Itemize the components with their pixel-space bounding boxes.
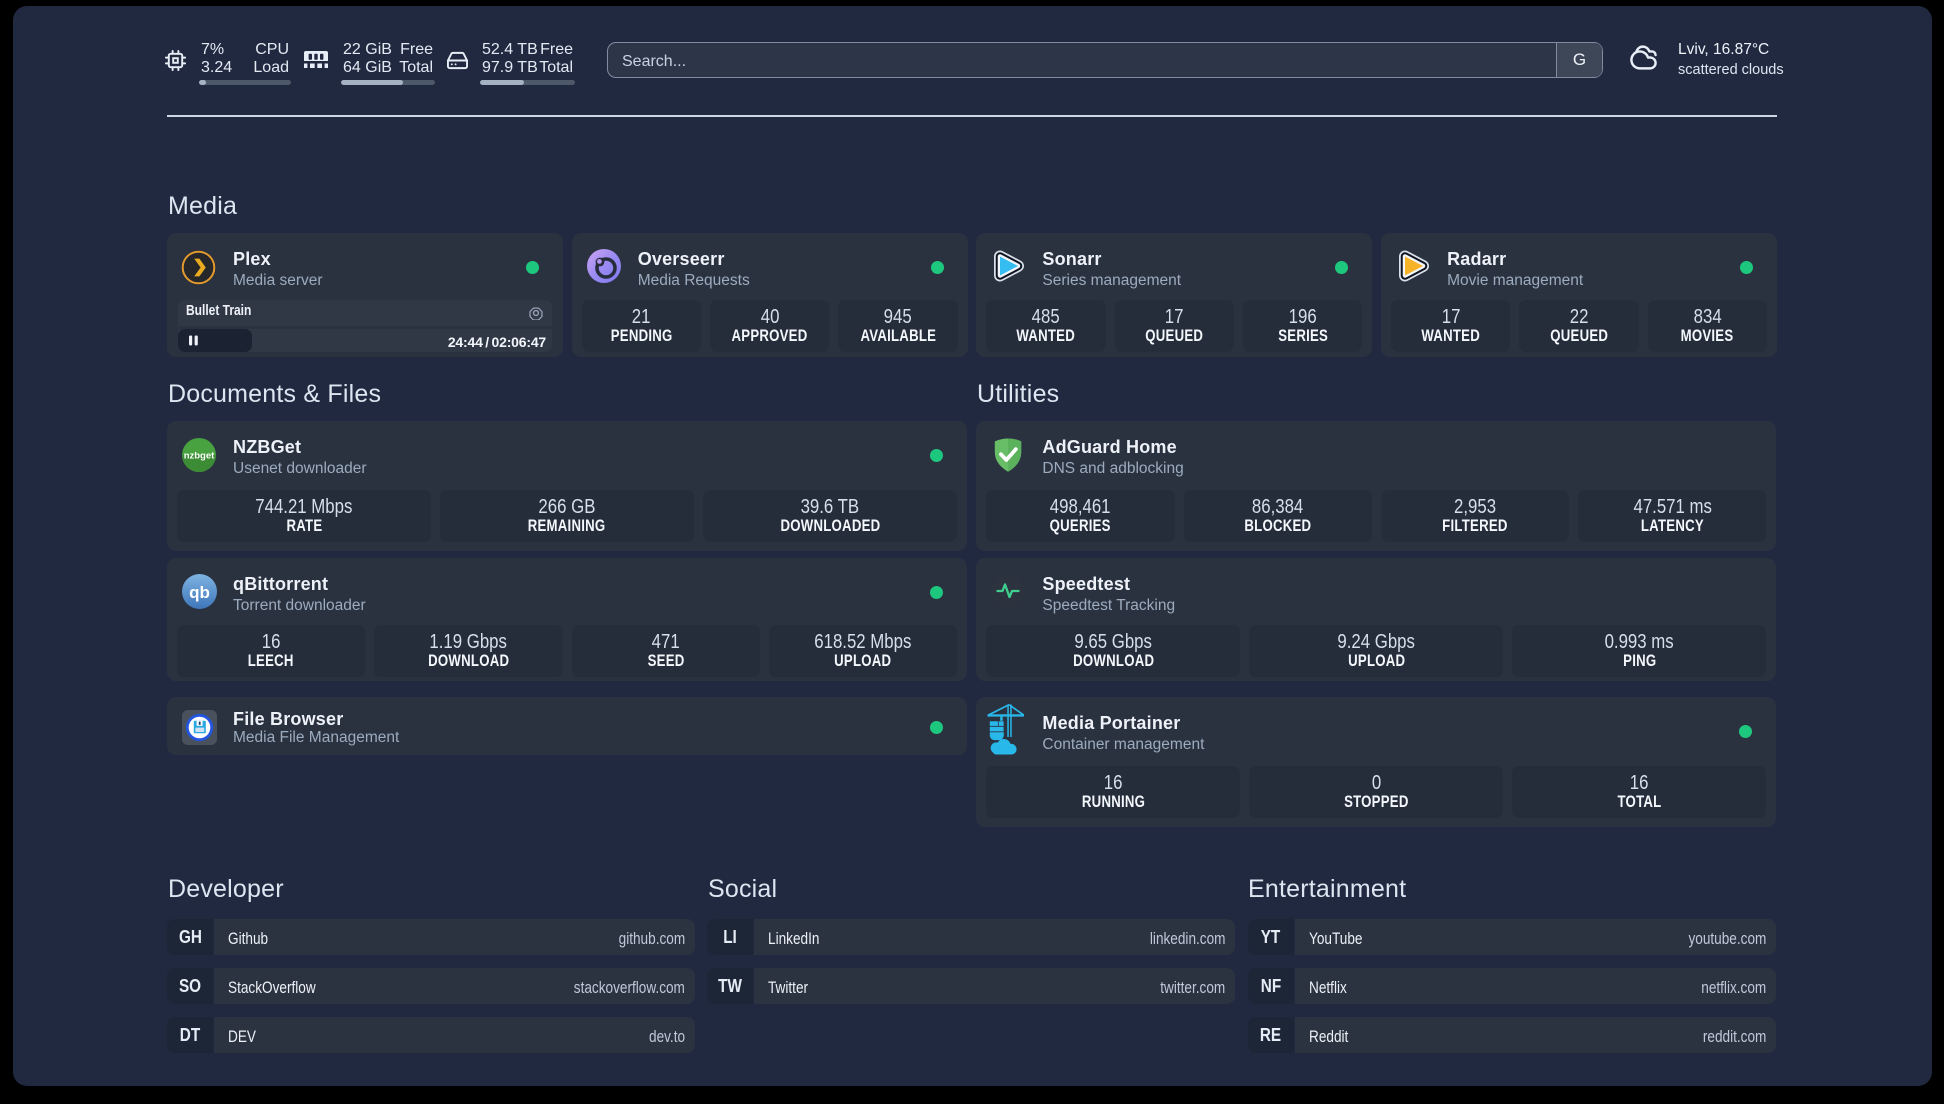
svg-text:nzbget: nzbget <box>184 451 215 462</box>
svg-text:qb: qb <box>189 583 210 602</box>
